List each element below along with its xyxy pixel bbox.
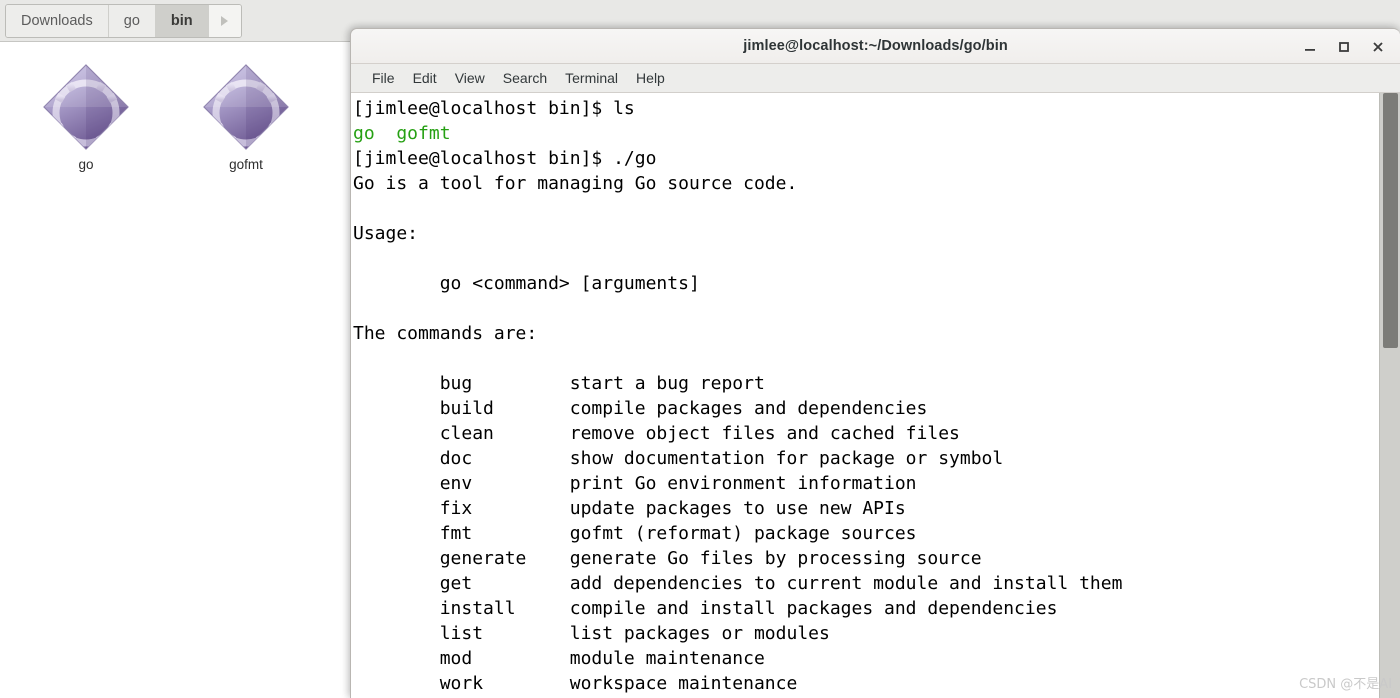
terminal-line: go <command> [arguments] (353, 273, 700, 294)
window-title: jimlee@localhost:~/Downloads/go/bin (743, 38, 1008, 54)
breadcrumb: Downloads go bin (5, 4, 242, 38)
terminal-line: bug start a bug report (353, 373, 765, 394)
close-icon (1371, 40, 1385, 54)
breadcrumb-item-go[interactable]: go (108, 5, 156, 37)
maximize-icon (1337, 40, 1351, 54)
terminal-line: fix update packages to use new APIs (353, 498, 906, 519)
terminal-titlebar[interactable]: jimlee@localhost:~/Downloads/go/bin (351, 29, 1400, 64)
menu-terminal[interactable]: Terminal (556, 67, 627, 89)
file-item-gofmt[interactable]: gofmt (176, 59, 316, 172)
terminal-scrollbar[interactable] (1379, 93, 1400, 698)
terminal-line: clean remove object files and cached fil… (353, 423, 960, 444)
menu-help[interactable]: Help (627, 67, 674, 89)
menu-search[interactable]: Search (494, 67, 556, 89)
file-item-go[interactable]: go (16, 59, 156, 172)
file-label: go (78, 157, 94, 172)
terminal-screen[interactable]: [jimlee@localhost bin]$ ls go gofmt [jimle… (351, 93, 1400, 698)
screen: Downloads go bin go gofmt jimlee@localho… (0, 0, 1400, 698)
terminal-line: go gofmt (353, 123, 451, 144)
terminal-line: build compile packages and dependencies (353, 398, 928, 419)
terminal-menubar: File Edit View Search Terminal Help (351, 64, 1400, 93)
terminal-line: [jimlee@localhost bin]$ ls (353, 98, 635, 119)
terminal-line: Usage: (353, 223, 419, 244)
executable-gear-diamond-icon (176, 59, 316, 155)
close-button[interactable] (1362, 32, 1394, 62)
terminal-line: env print Go environment information (353, 473, 917, 494)
terminal-line: [jimlee@localhost bin]$ ./go (353, 148, 657, 169)
terminal-line: list list packages or modules (353, 623, 830, 644)
menu-edit[interactable]: Edit (404, 67, 446, 89)
terminal-line: Go is a tool for managing Go source code… (353, 173, 798, 194)
breadcrumb-forward-button[interactable] (208, 5, 241, 37)
terminal-window: jimlee@localhost:~/Downloads/go/bin File… (350, 28, 1400, 698)
terminal-line: fmt gofmt (reformat) package sources (353, 523, 917, 544)
file-label: gofmt (229, 157, 263, 172)
menu-file[interactable]: File (363, 67, 404, 89)
breadcrumb-item-bin[interactable]: bin (155, 5, 209, 37)
minimize-button[interactable] (1294, 32, 1326, 62)
terminal-line: generate generate Go files by processing… (353, 548, 982, 569)
terminal-scrollbar-thumb[interactable] (1383, 93, 1398, 348)
maximize-button[interactable] (1328, 32, 1360, 62)
executable-gear-diamond-icon (16, 59, 156, 155)
terminal-line: mod module maintenance (353, 648, 765, 669)
window-controls (1294, 29, 1394, 64)
menu-view[interactable]: View (446, 67, 494, 89)
terminal-line: doc show documentation for package or sy… (353, 448, 1004, 469)
chevron-right-icon (220, 15, 229, 27)
terminal-line: install compile and install packages and… (353, 598, 1058, 619)
minimize-icon (1303, 40, 1317, 54)
terminal-line: The commands are: (353, 323, 538, 344)
breadcrumb-item-downloads[interactable]: Downloads (6, 5, 109, 37)
terminal-output: [jimlee@localhost bin]$ ls go gofmt [jimle… (351, 93, 1378, 696)
terminal-line: get add dependencies to current module a… (353, 573, 1123, 594)
terminal-line: work workspace maintenance (353, 673, 798, 694)
